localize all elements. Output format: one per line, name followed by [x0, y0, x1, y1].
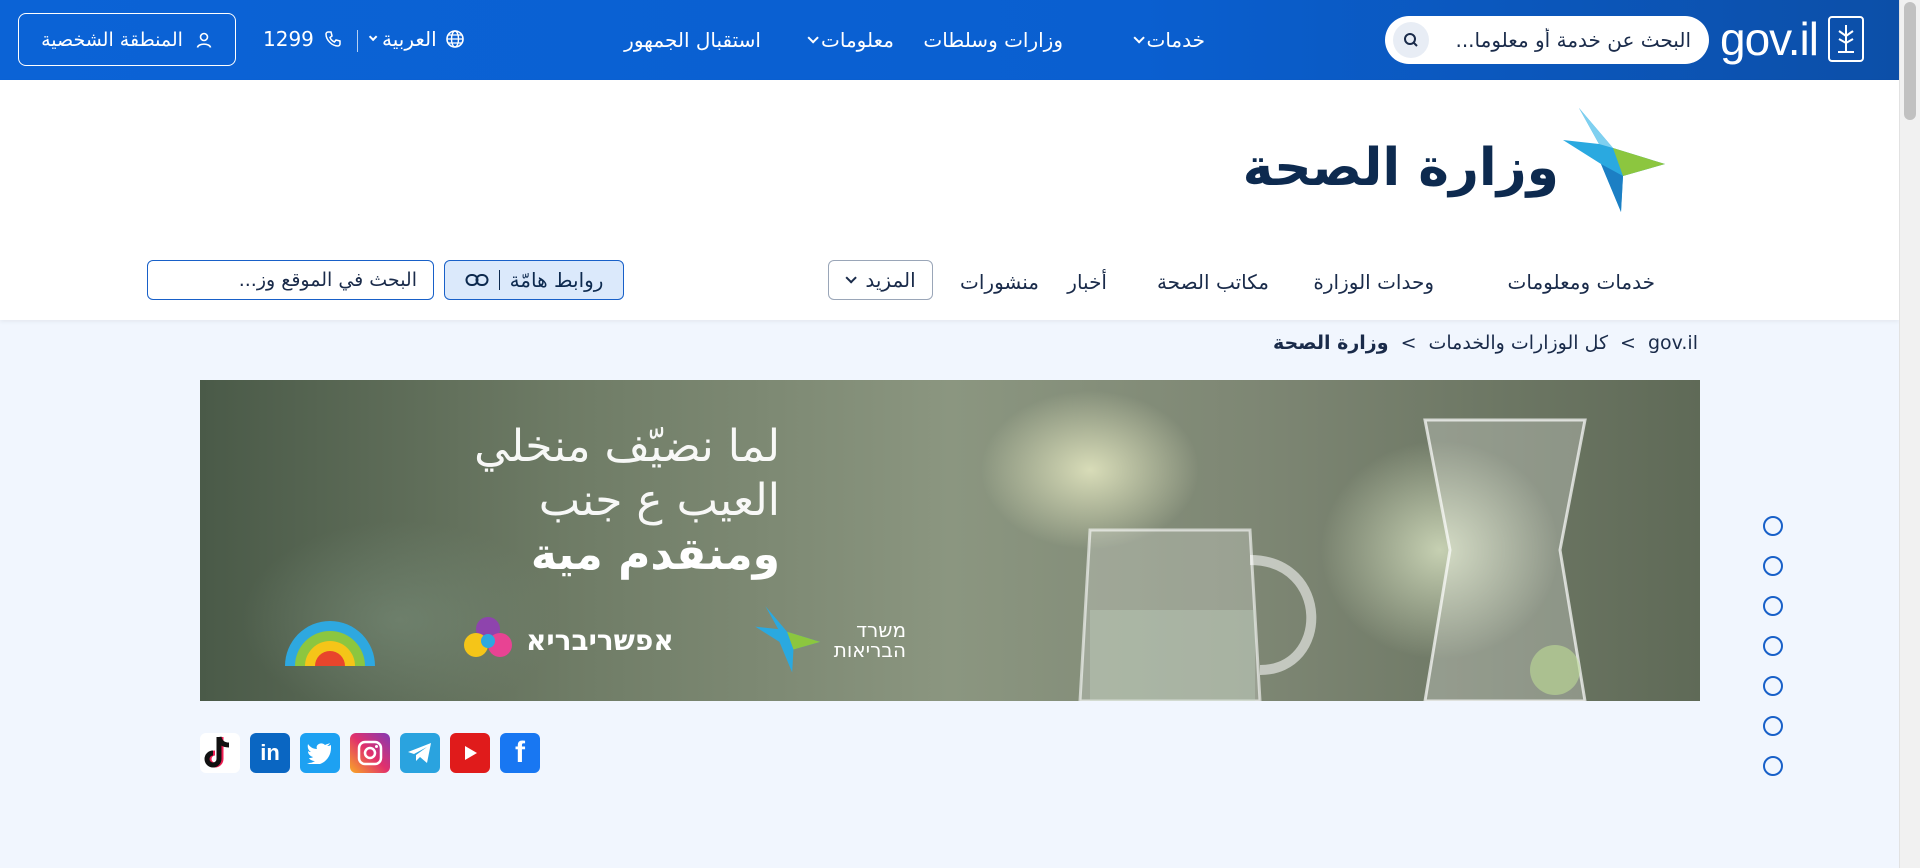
twitter-icon[interactable]	[300, 733, 340, 773]
gov-topbar: gov.il خدمات وزارات وسلطات معلومات استقب…	[0, 0, 1899, 80]
language-label: العربية	[382, 27, 437, 51]
breadcrumb-item-gov[interactable]: gov.il	[1648, 332, 1698, 354]
facebook-icon[interactable]: f	[500, 733, 540, 773]
important-links-label: روابط هامّة	[509, 268, 604, 292]
subnav-label: منشورات	[960, 270, 1039, 294]
ministry-star-logo[interactable]	[1561, 106, 1671, 216]
efshari-bari-logo: אפשריבריא	[460, 615, 674, 665]
youtube-icon[interactable]	[450, 733, 490, 773]
important-links-button[interactable]: روابط هامّة	[444, 260, 624, 300]
banner-line: العيب ع جنب	[538, 475, 780, 526]
brand-ministry-line: משרד	[856, 618, 907, 642]
link-icon	[465, 274, 489, 286]
subnav-label: وحدات الوزارة	[1313, 270, 1434, 294]
breadcrumb-item-all-ministries[interactable]: كل الوزارات والخدمات	[1428, 332, 1608, 354]
personal-area-label: المنطقة الشخصية	[41, 28, 183, 51]
globe-icon	[445, 30, 464, 48]
page-scrollbar[interactable]	[1899, 0, 1920, 868]
site-search-box[interactable]	[147, 260, 434, 300]
state-emblem-icon	[1828, 16, 1864, 62]
chevron-down-icon	[368, 32, 378, 42]
top-search-box[interactable]	[1385, 16, 1709, 64]
top-nav-ministries[interactable]: وزارات وسلطات	[923, 0, 1063, 80]
gov-il-logo-text: gov.il	[1720, 13, 1819, 65]
breadcrumb: gov.il > كل الوزارات والخدمات > وزارة ال…	[1273, 332, 1698, 354]
search-icon[interactable]	[1393, 22, 1429, 58]
ministry-header: وزارة الصحة خدمات ومعلومات وحدات الوزارة…	[0, 80, 1899, 320]
top-nav-label: خدمات	[1146, 28, 1206, 52]
ministry-title: وزارة الصحة	[1242, 138, 1559, 198]
more-dropdown-button[interactable]: المزيد	[828, 260, 933, 300]
rainbow-plate-icon	[285, 621, 375, 666]
slider-dot[interactable]	[1763, 716, 1783, 736]
gov-il-logo[interactable]: gov.il	[1720, 16, 1864, 62]
top-nav-services[interactable]: خدمات	[1132, 0, 1206, 80]
flower-icon	[464, 617, 512, 657]
water-jug-image	[1078, 528, 1317, 701]
top-nav-label: وزارات وسلطات	[923, 28, 1063, 52]
top-search-input[interactable]	[1429, 28, 1691, 52]
banner-headline: لما نضيّف منخلي العيب ع جنب ومنقدم مية	[474, 420, 780, 582]
efshari-bari-label: אפשריבריא	[526, 623, 674, 657]
divider	[357, 30, 358, 52]
subnav-label: أخبار	[1067, 270, 1107, 294]
banner-line: لما نضيّف منخلي	[474, 421, 780, 472]
breadcrumb-separator: >	[1620, 332, 1636, 354]
top-nav-label: استقبال الجمهور	[624, 28, 761, 52]
top-nav-public-reception[interactable]: استقبال الجمهور	[624, 0, 761, 80]
brand-ministry-line: הבריאות	[833, 638, 907, 662]
chevron-down-icon	[1132, 32, 1145, 44]
breadcrumb-separator: >	[1400, 332, 1417, 354]
subnav-services-info[interactable]: خدمات ومعلومات	[1508, 260, 1655, 304]
banner-logos: אפשריבריא משרד הבריאות	[280, 605, 906, 675]
phone-number[interactable]: 1299	[263, 27, 342, 51]
linkedin-icon[interactable]: in	[250, 733, 290, 773]
breadcrumb-item-current: وزارة الصحة	[1272, 332, 1389, 354]
telegram-icon[interactable]	[400, 733, 440, 773]
subnav-label: مكاتب الصحة	[1156, 270, 1269, 294]
ministry-star-icon	[754, 606, 820, 673]
subnav-ministry-units[interactable]: وحدات الوزارة	[1313, 260, 1434, 304]
water-glass-image	[1423, 418, 1587, 701]
more-label: المزيد	[865, 268, 916, 292]
hero-banner[interactable]: لما نضيّف منخلي العيب ع جنب ومنقدم مية א…	[200, 380, 1700, 701]
chevron-down-icon	[845, 272, 858, 284]
slider-dot[interactable]	[1763, 676, 1783, 696]
phone-icon	[325, 31, 341, 47]
user-icon	[196, 32, 212, 48]
personal-area-button[interactable]: المنطقة الشخصية	[18, 13, 236, 66]
subnav-label: خدمات ومعلومات	[1507, 270, 1655, 294]
health-ministry-banner-logo: משרד הבריאות	[754, 605, 906, 675]
slider-dot[interactable]	[1763, 756, 1783, 776]
subnav-health-offices[interactable]: مكاتب الصحة	[1157, 260, 1269, 304]
top-nav-information[interactable]: معلومات	[807, 0, 894, 80]
top-nav-label: معلومات	[821, 28, 894, 52]
divider	[498, 270, 500, 290]
banner-line: ومنقدم مية	[530, 529, 780, 580]
slider-dot[interactable]	[1763, 636, 1783, 656]
slider-dot[interactable]	[1763, 596, 1783, 616]
slider-dot[interactable]	[1763, 516, 1783, 536]
site-search-input[interactable]	[174, 269, 417, 291]
language-selector[interactable]: العربية	[368, 27, 465, 51]
tiktok-icon[interactable]	[200, 733, 240, 773]
chevron-down-icon	[807, 32, 819, 44]
instagram-icon[interactable]	[350, 733, 390, 773]
subnav-news[interactable]: أخبار	[1067, 260, 1107, 304]
phone-label: 1299	[263, 27, 314, 51]
slider-dots	[1763, 516, 1783, 776]
scrollbar-thumb[interactable]	[1904, 2, 1916, 120]
social-links: in f	[200, 733, 540, 773]
subnav-publications[interactable]: منشورات	[960, 260, 1039, 304]
slider-dot[interactable]	[1763, 556, 1783, 576]
